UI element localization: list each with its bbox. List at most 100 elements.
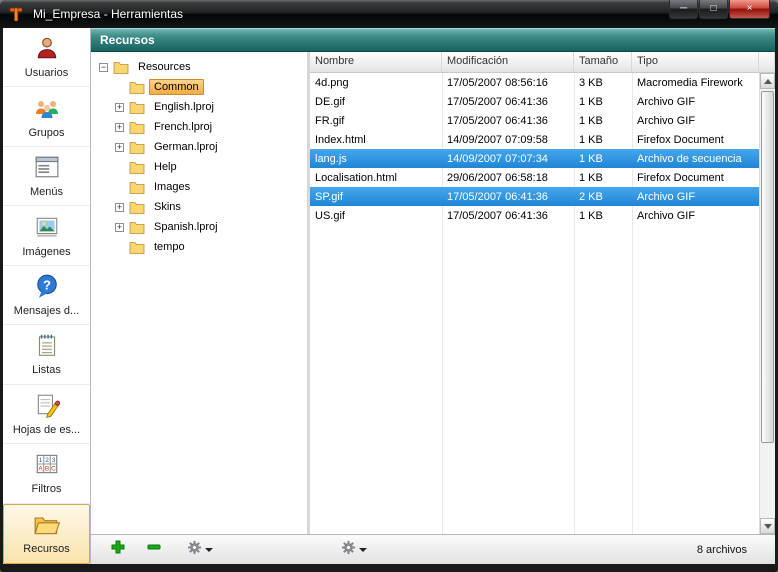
tree-item-common[interactable]: Common — [91, 77, 307, 97]
actions-menu-button[interactable] — [183, 537, 217, 563]
maximize-button[interactable]: □ — [699, 0, 728, 19]
collapse-icon[interactable]: − — [99, 63, 108, 72]
window-content: Usuarios Grupos Menús Imágenes — [3, 28, 775, 564]
folder-icon — [129, 221, 145, 234]
folder-icon — [129, 141, 145, 154]
folder-icon — [129, 241, 145, 254]
list-body: 4d.png 17/05/2007 08:56:16 3 KB Macromed… — [310, 73, 775, 534]
sidebar-item-usuarios[interactable]: Usuarios — [3, 28, 90, 87]
messages-icon: ? — [34, 273, 60, 302]
expand-icon[interactable]: + — [115, 203, 124, 212]
expand-icon[interactable]: + — [115, 143, 124, 152]
user-icon — [34, 35, 60, 64]
file-count-status: 8 archivos — [697, 544, 747, 556]
table-row[interactable]: 4d.png 17/05/2007 08:56:16 3 KB Macromed… — [310, 73, 759, 92]
sidebar-item-recursos[interactable]: Recursos — [3, 504, 90, 564]
tree-item-resources[interactable]: − Resources — [91, 57, 307, 77]
expand-icon[interactable]: + — [115, 103, 124, 112]
svg-text:1: 1 — [38, 457, 42, 464]
plus-icon — [111, 540, 125, 559]
tree-item-french-lproj[interactable]: + French.lproj — [91, 117, 307, 137]
close-button[interactable]: × — [729, 0, 770, 19]
column-header-filler — [759, 52, 775, 73]
tree-item-english-lproj[interactable]: + English.lproj — [91, 97, 307, 117]
images-icon — [34, 214, 60, 243]
table-row[interactable]: SP.gif 17/05/2007 06:41:36 2 KB Archivo … — [310, 187, 759, 206]
folder-icon — [129, 81, 145, 94]
scroll-track[interactable] — [760, 89, 775, 518]
tree-item-skins[interactable]: + Skins — [91, 197, 307, 217]
column-header-tamano[interactable]: Tamaño — [574, 52, 632, 73]
filters-icon: 123 ABC — [34, 451, 60, 480]
resources-folder-icon — [33, 513, 61, 540]
svg-text:3: 3 — [51, 457, 55, 464]
sidebar: Usuarios Grupos Menús Imágenes — [3, 28, 91, 564]
svg-text:A: A — [38, 466, 43, 473]
resources-tree: − Resources Common + English.lproj — [91, 52, 307, 534]
page-title: Recursos — [100, 33, 155, 47]
tree-item-tempo[interactable]: tempo — [91, 237, 307, 257]
sidebar-item-imagenes[interactable]: Imágenes — [3, 206, 90, 265]
column-header-tipo[interactable]: Tipo — [632, 52, 759, 73]
minus-icon — [147, 540, 161, 559]
stylesheets-icon — [34, 392, 60, 421]
tree-item-images[interactable]: Images — [91, 177, 307, 197]
tree-item-spanish-lproj[interactable]: + Spanish.lproj — [91, 217, 307, 237]
menus-icon — [34, 154, 60, 183]
window-controls: ─ □ × — [668, 0, 770, 19]
svg-text:B: B — [44, 466, 48, 473]
table-row[interactable]: Localisation.html 29/06/2007 06:58:18 1 … — [310, 168, 759, 187]
file-list: Nombre Modificación Tamaño Tipo 4d.png — [310, 52, 775, 534]
folder-icon — [129, 161, 145, 174]
lists-icon — [34, 332, 60, 361]
remove-button[interactable] — [143, 537, 165, 562]
table-row[interactable]: FR.gif 17/05/2007 06:41:36 1 KB Archivo … — [310, 111, 759, 130]
arrow-down-icon — [764, 524, 772, 529]
main-panel: Recursos − Resources Common — [91, 28, 775, 564]
sidebar-item-mensajes[interactable]: ? Mensajes d... — [3, 266, 90, 325]
minimize-button[interactable]: ─ — [669, 0, 698, 19]
vertical-scrollbar — [759, 73, 775, 534]
section-header: Recursos — [91, 28, 775, 52]
folder-icon — [129, 121, 145, 134]
window-title: Mi_Empresa - Herramientas — [33, 7, 183, 21]
sidebar-item-filtros[interactable]: 123ABC Filtros — [3, 444, 90, 503]
titlebar: Mi_Empresa - Herramientas ─ □ × — [0, 0, 778, 28]
scroll-down-button[interactable] — [760, 518, 775, 534]
bottom-toolbar: 8 archivos — [91, 534, 775, 564]
table-row[interactable]: DE.gif 17/05/2007 06:41:36 1 KB Archivo … — [310, 92, 759, 111]
table-row[interactable]: US.gif 17/05/2007 06:41:36 1 KB Archivo … — [310, 206, 759, 225]
tree-item-german-lproj[interactable]: + German.lproj — [91, 137, 307, 157]
add-button[interactable] — [107, 537, 129, 562]
body: − Resources Common + English.lproj — [91, 52, 775, 534]
svg-text:?: ? — [43, 277, 51, 292]
scroll-thumb[interactable] — [761, 91, 774, 443]
column-header-nombre[interactable]: Nombre — [310, 52, 442, 73]
options-menu-button[interactable] — [337, 537, 371, 563]
caret-down-icon — [359, 548, 367, 552]
caret-down-icon — [205, 548, 213, 552]
sidebar-item-grupos[interactable]: Grupos — [3, 87, 90, 146]
groups-icon — [34, 95, 60, 124]
table-row[interactable]: Index.html 14/09/2007 07:09:58 1 KB Fire… — [310, 130, 759, 149]
file-rows: 4d.png 17/05/2007 08:56:16 3 KB Macromed… — [310, 73, 759, 534]
gear-icon — [187, 540, 202, 560]
list-header: Nombre Modificación Tamaño Tipo — [310, 52, 775, 73]
scroll-up-button[interactable] — [760, 73, 775, 89]
folder-icon — [129, 181, 145, 194]
folder-icon — [113, 61, 129, 74]
folder-icon — [129, 201, 145, 214]
sidebar-item-hojas[interactable]: Hojas de es... — [3, 385, 90, 444]
tree-item-help[interactable]: Help — [91, 157, 307, 177]
folder-icon — [129, 101, 145, 114]
sidebar-item-listas[interactable]: Listas — [3, 325, 90, 384]
svg-text:2: 2 — [45, 457, 49, 464]
expand-icon[interactable]: + — [115, 123, 124, 132]
expand-icon[interactable]: + — [115, 223, 124, 232]
arrow-up-icon — [764, 79, 772, 84]
sidebar-item-menus[interactable]: Menús — [3, 147, 90, 206]
gear-icon — [341, 540, 356, 560]
svg-text:C: C — [51, 466, 56, 473]
column-header-modificacion[interactable]: Modificación — [442, 52, 574, 73]
table-row[interactable]: lang.js 14/09/2007 07:07:34 1 KB Archivo… — [310, 149, 759, 168]
